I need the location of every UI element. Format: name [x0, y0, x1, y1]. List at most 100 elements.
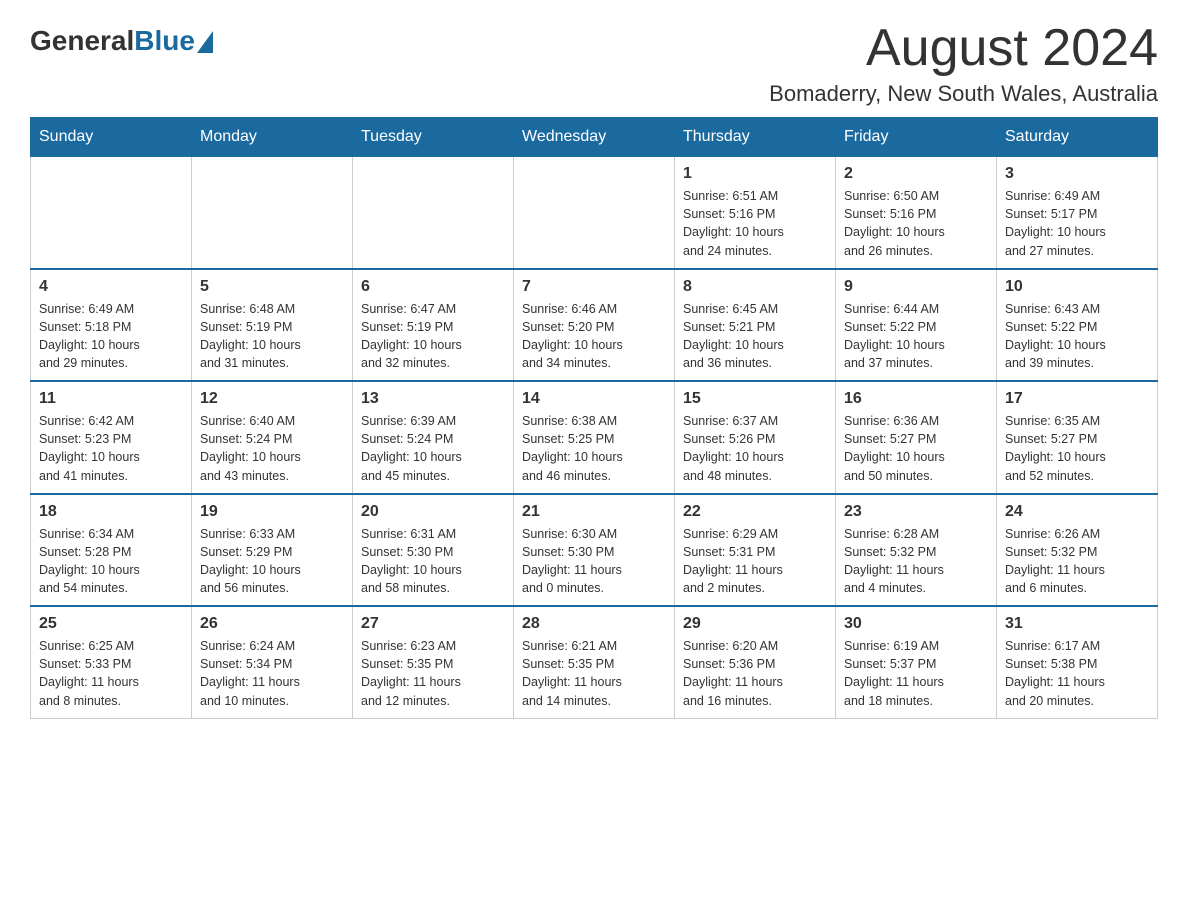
calendar-cell: 2 Sunrise: 6:50 AM Sunset: 5:16 PM Daylig…	[836, 157, 997, 269]
day-info: Sunrise: 6:38 AM Sunset: 5:25 PM Dayligh…	[522, 412, 666, 485]
calendar-cell: 5 Sunrise: 6:48 AM Sunset: 5:19 PM Daylig…	[192, 269, 353, 382]
day-number: 20	[361, 503, 505, 521]
day-info: Sunrise: 6:36 AM Sunset: 5:27 PM Dayligh…	[844, 412, 988, 485]
day-number: 18	[39, 503, 183, 521]
calendar-cell	[353, 157, 514, 269]
day-info: Sunrise: 6:44 AM Sunset: 5:22 PM Dayligh…	[844, 300, 988, 373]
day-number: 1	[683, 165, 827, 183]
day-number: 8	[683, 278, 827, 296]
calendar-cell: 19Sunrise: 6:33 AM Sunset: 5:29 PM Dayli…	[192, 494, 353, 607]
day-info: Sunrise: 6:23 AM Sunset: 5:35 PM Dayligh…	[361, 637, 505, 710]
day-info: Sunrise: 6:49 AM Sunset: 5:18 PM Dayligh…	[39, 300, 183, 373]
calendar-cell: 30 Sunrise: 6:19 AM Sunset: 5:37 PM Dayli…	[836, 606, 997, 718]
day-info: Sunrise: 6:19 AM Sunset: 5:37 PM Dayligh…	[844, 637, 988, 710]
day-info: Sunrise: 6:39 AM Sunset: 5:24 PM Dayligh…	[361, 412, 505, 485]
day-number: 2	[844, 165, 988, 183]
calendar-cell: 13 Sunrise: 6:39 AM Sunset: 5:24 PM Dayli…	[353, 381, 514, 494]
day-number: 26	[200, 615, 344, 633]
calendar-header-row: SundayMondayTuesdayWednesdayThursdayFrid…	[31, 118, 1158, 157]
day-number: 5	[200, 278, 344, 296]
calendar-cell: 7 Sunrise: 6:46 AM Sunset: 5:20 PM Daylig…	[514, 269, 675, 382]
day-info: Sunrise: 6:30 AM Sunset: 5:30 PM Dayligh…	[522, 525, 666, 598]
calendar-cell: 24Sunrise: 6:26 AM Sunset: 5:32 PM Dayli…	[997, 494, 1158, 607]
day-info: Sunrise: 6:28 AM Sunset: 5:32 PM Dayligh…	[844, 525, 988, 598]
week-row-2: 4 Sunrise: 6:49 AM Sunset: 5:18 PM Daylig…	[31, 269, 1158, 382]
day-info: Sunrise: 6:24 AM Sunset: 5:34 PM Dayligh…	[200, 637, 344, 710]
calendar-header-friday: Friday	[836, 118, 997, 157]
calendar-cell: 15 Sunrise: 6:37 AM Sunset: 5:26 PM Dayli…	[675, 381, 836, 494]
calendar-cell: 17Sunrise: 6:35 AM Sunset: 5:27 PM Dayli…	[997, 381, 1158, 494]
calendar-cell: 21Sunrise: 6:30 AM Sunset: 5:30 PM Dayli…	[514, 494, 675, 607]
day-info: Sunrise: 6:21 AM Sunset: 5:35 PM Dayligh…	[522, 637, 666, 710]
day-info: Sunrise: 6:51 AM Sunset: 5:16 PM Dayligh…	[683, 187, 827, 260]
week-row-4: 18 Sunrise: 6:34 AM Sunset: 5:28 PM Dayli…	[31, 494, 1158, 607]
day-info: Sunrise: 6:26 AM Sunset: 5:32 PM Dayligh…	[1005, 525, 1149, 598]
calendar-cell	[31, 157, 192, 269]
day-number: 14	[522, 390, 666, 408]
day-number: 6	[361, 278, 505, 296]
calendar-header-sunday: Sunday	[31, 118, 192, 157]
day-number: 16	[844, 390, 988, 408]
page-title: August 2024	[769, 20, 1158, 77]
calendar-cell: 10 Sunrise: 6:43 AM Sunset: 5:22 PM Dayli…	[997, 269, 1158, 382]
calendar-header-tuesday: Tuesday	[353, 118, 514, 157]
day-info: Sunrise: 6:45 AM Sunset: 5:21 PM Dayligh…	[683, 300, 827, 373]
day-number: 12	[200, 390, 344, 408]
day-info: Sunrise: 6:50 AM Sunset: 5:16 PM Dayligh…	[844, 187, 988, 260]
day-info: Sunrise: 6:29 AM Sunset: 5:31 PM Dayligh…	[683, 525, 827, 598]
day-info: Sunrise: 6:40 AM Sunset: 5:24 PM Dayligh…	[200, 412, 344, 485]
day-number: 7	[522, 278, 666, 296]
week-row-1: 1 Sunrise: 6:51 AM Sunset: 5:16 PM Daylig…	[31, 157, 1158, 269]
day-info: Sunrise: 6:34 AM Sunset: 5:28 PM Dayligh…	[39, 525, 183, 598]
calendar-cell	[514, 157, 675, 269]
calendar-cell: 8 Sunrise: 6:45 AM Sunset: 5:21 PM Daylig…	[675, 269, 836, 382]
calendar-header-thursday: Thursday	[675, 118, 836, 157]
calendar-cell: 16 Sunrise: 6:36 AM Sunset: 5:27 PM Dayli…	[836, 381, 997, 494]
calendar-header-monday: Monday	[192, 118, 353, 157]
calendar-cell: 28Sunrise: 6:21 AM Sunset: 5:35 PM Dayli…	[514, 606, 675, 718]
day-info: Sunrise: 6:48 AM Sunset: 5:19 PM Dayligh…	[200, 300, 344, 373]
calendar-cell: 9Sunrise: 6:44 AM Sunset: 5:22 PM Daylig…	[836, 269, 997, 382]
day-number: 13	[361, 390, 505, 408]
day-info: Sunrise: 6:49 AM Sunset: 5:17 PM Dayligh…	[1005, 187, 1149, 260]
day-info: Sunrise: 6:46 AM Sunset: 5:20 PM Dayligh…	[522, 300, 666, 373]
header: General Blue August 2024 Bomaderry, New …	[30, 20, 1158, 107]
day-number: 10	[1005, 278, 1149, 296]
calendar-cell: 1 Sunrise: 6:51 AM Sunset: 5:16 PM Daylig…	[675, 157, 836, 269]
calendar-cell: 6 Sunrise: 6:47 AM Sunset: 5:19 PM Daylig…	[353, 269, 514, 382]
day-number: 27	[361, 615, 505, 633]
calendar-cell: 11 Sunrise: 6:42 AM Sunset: 5:23 PM Dayli…	[31, 381, 192, 494]
calendar-cell	[192, 157, 353, 269]
day-number: 11	[39, 390, 183, 408]
day-number: 23	[844, 503, 988, 521]
logo-blue-text: Blue	[134, 27, 195, 55]
calendar-cell: 22Sunrise: 6:29 AM Sunset: 5:31 PM Dayli…	[675, 494, 836, 607]
day-number: 31	[1005, 615, 1149, 633]
day-info: Sunrise: 6:42 AM Sunset: 5:23 PM Dayligh…	[39, 412, 183, 485]
day-info: Sunrise: 6:17 AM Sunset: 5:38 PM Dayligh…	[1005, 637, 1149, 710]
calendar-header-saturday: Saturday	[997, 118, 1158, 157]
calendar-cell: 23 Sunrise: 6:28 AM Sunset: 5:32 PM Dayli…	[836, 494, 997, 607]
page-subtitle: Bomaderry, New South Wales, Australia	[769, 81, 1158, 107]
calendar-table: SundayMondayTuesdayWednesdayThursdayFrid…	[30, 117, 1158, 719]
day-info: Sunrise: 6:47 AM Sunset: 5:19 PM Dayligh…	[361, 300, 505, 373]
calendar-cell: 14 Sunrise: 6:38 AM Sunset: 5:25 PM Dayli…	[514, 381, 675, 494]
day-info: Sunrise: 6:35 AM Sunset: 5:27 PM Dayligh…	[1005, 412, 1149, 485]
calendar-header-wednesday: Wednesday	[514, 118, 675, 157]
day-info: Sunrise: 6:43 AM Sunset: 5:22 PM Dayligh…	[1005, 300, 1149, 373]
day-info: Sunrise: 6:31 AM Sunset: 5:30 PM Dayligh…	[361, 525, 505, 598]
week-row-5: 25Sunrise: 6:25 AM Sunset: 5:33 PM Dayli…	[31, 606, 1158, 718]
day-number: 15	[683, 390, 827, 408]
day-info: Sunrise: 6:25 AM Sunset: 5:33 PM Dayligh…	[39, 637, 183, 710]
day-number: 3	[1005, 165, 1149, 183]
calendar-cell: 29Sunrise: 6:20 AM Sunset: 5:36 PM Dayli…	[675, 606, 836, 718]
calendar-cell: 25Sunrise: 6:25 AM Sunset: 5:33 PM Dayli…	[31, 606, 192, 718]
day-number: 30	[844, 615, 988, 633]
calendar-cell: 12 Sunrise: 6:40 AM Sunset: 5:24 PM Dayli…	[192, 381, 353, 494]
day-info: Sunrise: 6:37 AM Sunset: 5:26 PM Dayligh…	[683, 412, 827, 485]
calendar-cell: 26 Sunrise: 6:24 AM Sunset: 5:34 PM Dayli…	[192, 606, 353, 718]
calendar-cell: 4 Sunrise: 6:49 AM Sunset: 5:18 PM Daylig…	[31, 269, 192, 382]
day-number: 4	[39, 278, 183, 296]
week-row-3: 11 Sunrise: 6:42 AM Sunset: 5:23 PM Dayli…	[31, 381, 1158, 494]
logo-blue-block: Blue	[134, 27, 213, 55]
